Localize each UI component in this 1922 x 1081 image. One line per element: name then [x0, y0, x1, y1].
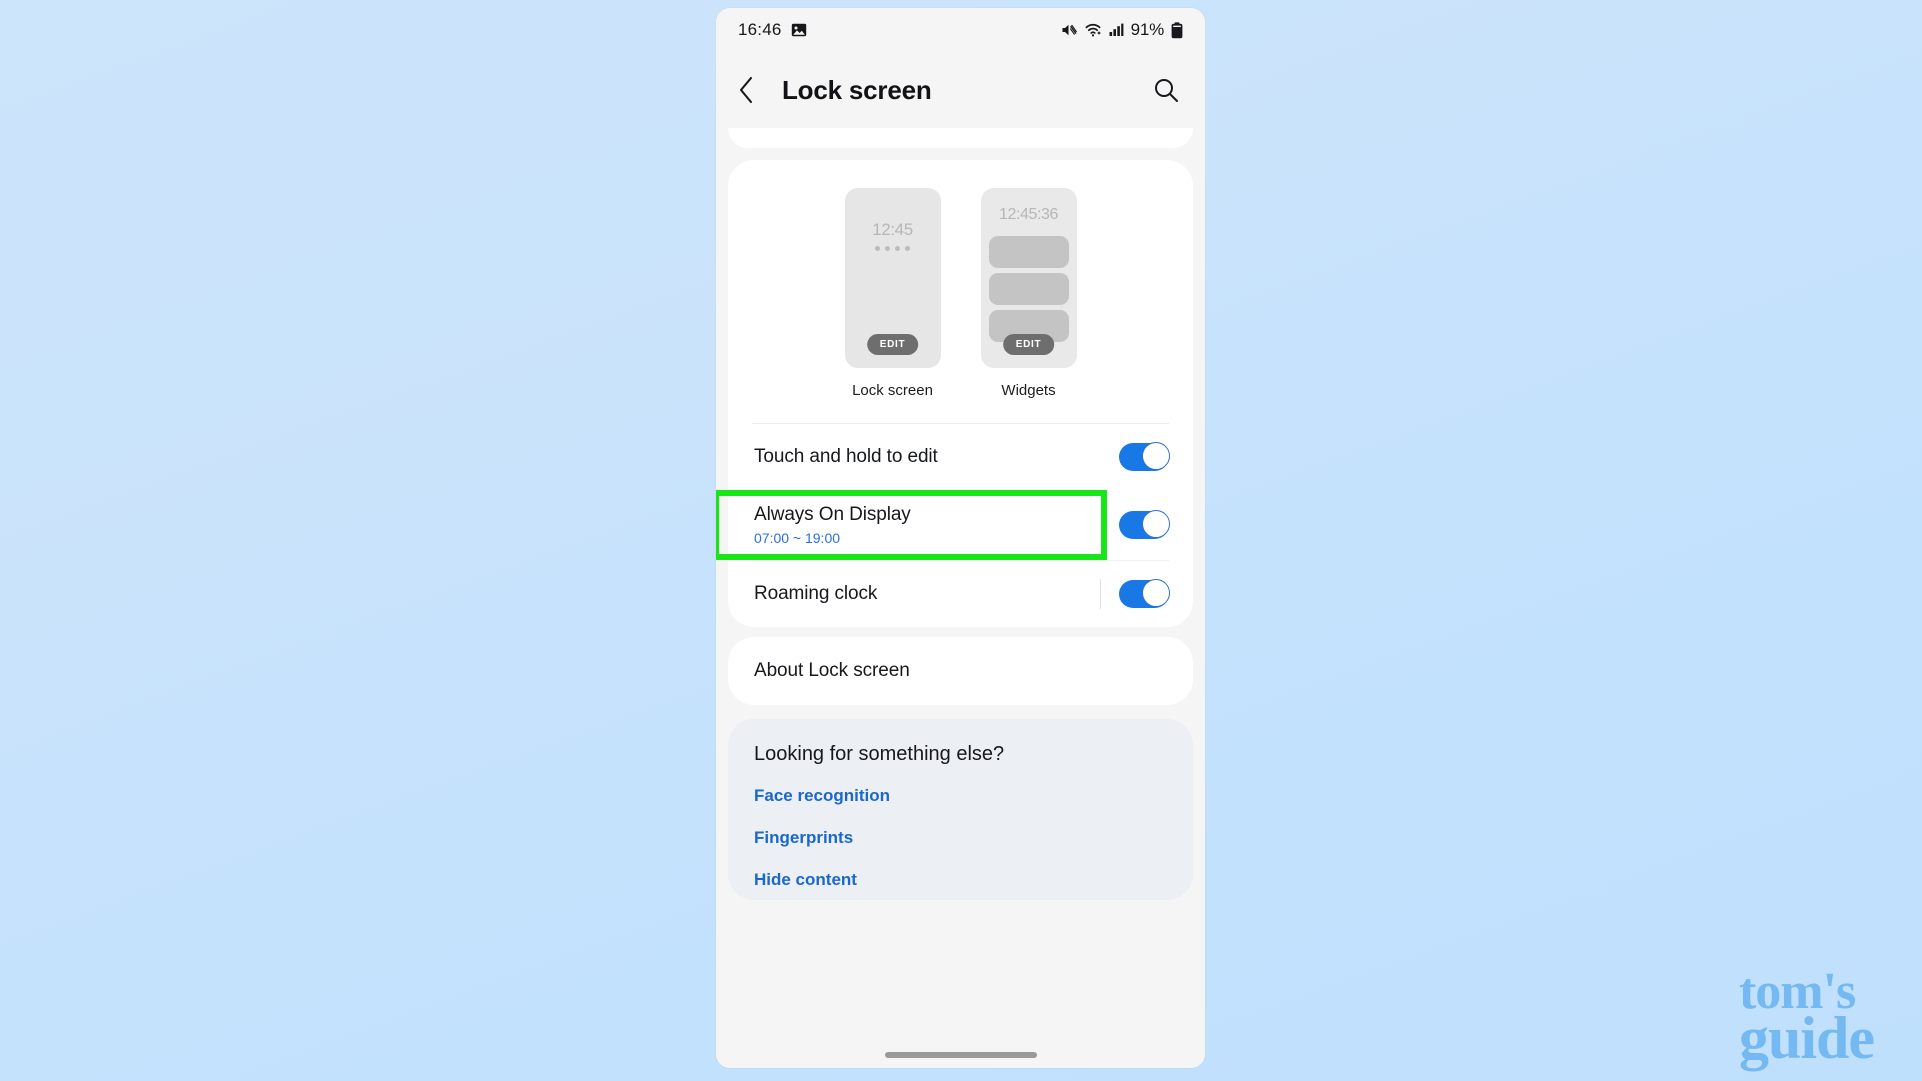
page-title: Lock screen — [782, 74, 932, 105]
setting-label: About Lock screen — [754, 660, 910, 681]
toggle-knob — [1142, 442, 1170, 470]
lock-screen-edit-button[interactable]: EDIT — [866, 334, 919, 355]
status-bar: 16:46 91% — [716, 8, 1205, 52]
setting-label: Always On Display — [754, 504, 911, 525]
settings-scroll-area[interactable]: 12:45 EDIT Lock screen 12:45:36 EDIT Wid… — [716, 128, 1205, 1068]
preview-label-lock-screen: Lock screen — [852, 382, 933, 399]
battery-icon — [1171, 21, 1183, 39]
setting-row-about-lock-screen[interactable]: About Lock screen — [728, 637, 1193, 705]
row-texts: Always On Display 07:00 ~ 19:00 — [754, 504, 1119, 546]
mute-icon — [1061, 22, 1078, 38]
phone-screenshot: 16:46 91% Lock screen 12:45 EDIT Lock sc… — [716, 8, 1205, 1068]
search-icon — [1155, 79, 1178, 102]
preview-label-widgets: Widgets — [1001, 382, 1056, 399]
setting-row-roaming-clock[interactable]: Roaming clock — [728, 561, 1193, 627]
wifi-icon — [1085, 22, 1102, 38]
chevron-left-icon — [739, 76, 753, 104]
setting-label: Touch and hold to edit — [754, 446, 938, 467]
row-texts: Touch and hold to edit — [754, 446, 1119, 468]
battery-percent-label: 91% — [1130, 20, 1165, 39]
toggle-touch-and-hold-to-edit[interactable] — [1119, 442, 1170, 471]
setting-row-always-on-display[interactable]: Always On Display 07:00 ~ 19:00 — [716, 490, 1193, 560]
link-face-recognition[interactable]: Face recognition — [754, 786, 1167, 806]
widget-bar — [988, 273, 1069, 305]
preview-lock-screen[interactable]: 12:45 EDIT Lock screen — [844, 188, 941, 399]
widgets-edit-button[interactable]: EDIT — [1002, 334, 1055, 355]
lock-screen-settings-card: 12:45 EDIT Lock screen 12:45:36 EDIT Wid… — [716, 160, 1193, 627]
toggle-knob — [1142, 579, 1170, 607]
home-indicator[interactable] — [884, 1052, 1037, 1058]
previous-card-partial — [728, 128, 1193, 148]
signal-icon — [1109, 22, 1124, 38]
app-bar: Lock screen — [716, 52, 1205, 128]
row-texts: About Lock screen — [754, 660, 1169, 682]
setting-label: Roaming clock — [754, 583, 878, 604]
row-texts: Roaming clock — [754, 583, 1100, 605]
preview-thumbnails: 12:45 EDIT Lock screen 12:45:36 EDIT Wid… — [728, 160, 1193, 407]
toggle-always-on-display[interactable] — [1119, 510, 1170, 539]
toggle-roaming-clock[interactable] — [1119, 579, 1170, 608]
status-bar-left: 16:46 — [738, 20, 807, 40]
preview-widgets[interactable]: 12:45:36 EDIT Widgets — [980, 188, 1077, 399]
looking-for-something-else-title: Looking for something else? — [754, 743, 1005, 765]
search-button[interactable] — [1149, 76, 1183, 104]
looking-for-something-else-card: Looking for something else? Face recogni… — [728, 719, 1193, 900]
widgets-thumb-time: 12:45:36 — [998, 206, 1059, 223]
toggle-divider — [1100, 579, 1101, 609]
link-hide-content[interactable]: Hide content — [754, 870, 1167, 890]
setting-sublabel: 07:00 ~ 19:00 — [754, 530, 841, 546]
widget-bar — [988, 236, 1069, 268]
watermark-line-2: guide — [1738, 1004, 1875, 1071]
image-icon — [791, 22, 807, 38]
toms-guide-watermark: tom's guide — [1738, 966, 1875, 1071]
lock-screen-thumbnail[interactable]: 12:45 EDIT — [844, 188, 941, 368]
link-fingerprints[interactable]: Fingerprints — [754, 828, 1167, 848]
status-bar-clock: 16:46 — [738, 20, 782, 39]
lock-screen-thumb-dots — [845, 246, 941, 251]
setting-row-touch-and-hold-to-edit[interactable]: Touch and hold to edit — [728, 424, 1193, 490]
widgets-thumbnail[interactable]: 12:45:36 EDIT — [980, 188, 1077, 368]
lock-screen-thumb-time: 12:45 — [872, 220, 913, 239]
about-lock-screen-card[interactable]: About Lock screen — [728, 637, 1193, 705]
status-bar-right: 91% — [1061, 20, 1183, 40]
back-button[interactable] — [736, 74, 770, 106]
toggle-knob — [1142, 510, 1170, 538]
